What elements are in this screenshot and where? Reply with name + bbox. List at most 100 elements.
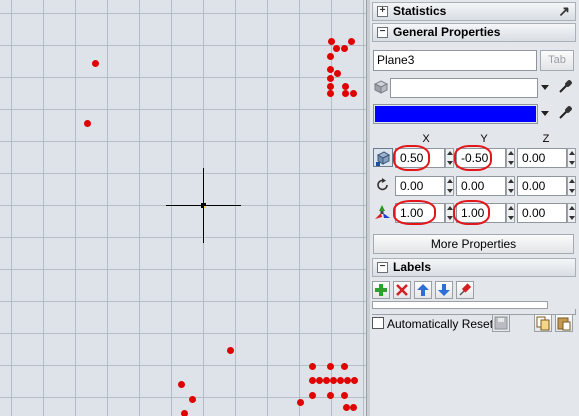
scale-y-stepper[interactable]: [506, 203, 515, 223]
point-marker[interactable]: [341, 363, 348, 370]
move-label-down-button[interactable]: [435, 281, 453, 299]
scale-z-stepper[interactable]: [567, 203, 576, 223]
point-marker[interactable]: [341, 392, 348, 399]
save-label-button: [492, 314, 510, 332]
position-z-stepper[interactable]: [567, 148, 576, 168]
name-tab-button[interactable]: Tab: [540, 50, 574, 71]
point-marker[interactable]: [330, 377, 337, 384]
point-marker[interactable]: [334, 70, 341, 77]
position-z-field[interactable]: 0.00: [517, 148, 567, 168]
point-marker[interactable]: [327, 75, 334, 82]
rotation-z-field[interactable]: 0.00: [517, 176, 567, 196]
copy-labels-button[interactable]: [534, 314, 552, 332]
collapse-toggle[interactable]: −: [377, 262, 388, 273]
point-marker[interactable]: [350, 404, 357, 411]
axis-label-y: Y: [480, 133, 488, 145]
point-marker[interactable]: [343, 404, 350, 411]
point-marker[interactable]: [309, 363, 316, 370]
position-y-field[interactable]: -0.50: [456, 148, 506, 168]
point-marker[interactable]: [84, 120, 91, 127]
expand-toggle[interactable]: +: [377, 6, 388, 17]
scale-y-field[interactable]: 1.00: [456, 203, 506, 223]
auto-reset-label: Automatically Reset: [387, 317, 494, 331]
paste-labels-button[interactable]: [555, 314, 573, 332]
rotate-icon: [377, 178, 388, 191]
arrow-up-icon: [417, 284, 429, 296]
point-marker[interactable]: [341, 45, 348, 52]
rotation-x-stepper[interactable]: [445, 176, 454, 196]
point-marker[interactable]: [316, 377, 323, 384]
pushpin-icon: [459, 283, 472, 296]
viewport-3d[interactable]: [0, 0, 366, 416]
more-properties-button[interactable]: More Properties: [373, 234, 574, 254]
axis-label-x: X: [422, 133, 430, 145]
point-marker[interactable]: [344, 377, 351, 384]
auto-reset-checkbox[interactable]: [372, 317, 384, 329]
point-marker[interactable]: [309, 377, 316, 384]
point-marker[interactable]: [327, 363, 334, 370]
general-properties-title: General Properties: [393, 25, 501, 39]
crosshair-center-highlight: [204, 206, 206, 208]
point-marker[interactable]: [327, 53, 334, 60]
color-swatch: [375, 106, 536, 122]
point-marker[interactable]: [297, 399, 304, 406]
point-marker[interactable]: [189, 396, 196, 403]
labels-list[interactable]: [372, 301, 548, 309]
object-name-field[interactable]: Plane3: [373, 50, 537, 71]
floppy-disk-icon: [494, 316, 508, 330]
gray-cube-icon: [374, 80, 388, 94]
dropdown-arrow-icon[interactable]: [541, 111, 549, 117]
point-marker[interactable]: [327, 66, 334, 73]
plus-icon: [375, 284, 387, 296]
point-marker[interactable]: [323, 377, 330, 384]
collapse-toggle[interactable]: −: [377, 27, 388, 38]
diagonal-arrow-icon[interactable]: ↗: [558, 3, 570, 20]
statistics-title: Statistics: [393, 4, 447, 18]
rotation-x-field[interactable]: 0.00: [395, 176, 445, 196]
point-marker[interactable]: [92, 60, 99, 67]
axis-label-z: Z: [542, 133, 550, 145]
scale-x-field[interactable]: 1.00: [395, 203, 445, 223]
general-properties-section-header[interactable]: − General Properties: [372, 23, 576, 42]
eyedropper-icon[interactable]: [557, 105, 573, 121]
point-marker[interactable]: [227, 347, 234, 354]
point-marker[interactable]: [181, 410, 188, 416]
add-label-button[interactable]: [372, 281, 390, 299]
arrow-down-icon: [438, 284, 450, 296]
scale-z-field[interactable]: 0.00: [517, 203, 567, 223]
point-marker[interactable]: [327, 90, 334, 97]
rotation-y-stepper[interactable]: [506, 176, 515, 196]
labels-title: Labels: [393, 260, 432, 274]
paste-icon: [557, 317, 571, 331]
point-marker[interactable]: [348, 38, 355, 45]
delete-label-button[interactable]: [393, 281, 411, 299]
move-label-up-button[interactable]: [414, 281, 432, 299]
shape-select[interactable]: [390, 78, 538, 98]
labels-section-header[interactable]: − Labels: [372, 258, 576, 277]
point-marker[interactable]: [178, 381, 185, 388]
rotation-z-stepper[interactable]: [567, 176, 576, 196]
copy-icon: [536, 316, 550, 331]
position-x-stepper[interactable]: [445, 148, 454, 168]
position-x-field[interactable]: 0.50: [395, 148, 445, 168]
point-marker[interactable]: [342, 83, 349, 90]
scale-x-stepper[interactable]: [445, 203, 454, 223]
point-marker[interactable]: [351, 377, 358, 384]
point-marker[interactable]: [327, 392, 334, 399]
dropdown-arrow-icon[interactable]: [541, 85, 549, 91]
scale-axes-icon: [375, 205, 390, 219]
rotation-y-field[interactable]: 0.00: [456, 176, 506, 196]
point-marker[interactable]: [328, 38, 335, 45]
point-marker[interactable]: [327, 83, 334, 90]
eyedropper-icon[interactable]: [557, 79, 573, 95]
point-marker[interactable]: [309, 392, 316, 399]
point-marker[interactable]: [350, 90, 357, 97]
delete-x-icon: [396, 284, 408, 296]
point-marker[interactable]: [333, 45, 340, 52]
pin-label-button[interactable]: [456, 281, 474, 299]
point-marker[interactable]: [342, 90, 349, 97]
statistics-section-header[interactable]: + Statistics ↗: [372, 2, 576, 21]
position-y-stepper[interactable]: [506, 148, 515, 168]
color-swatch-field[interactable]: [373, 104, 538, 124]
point-marker[interactable]: [337, 377, 344, 384]
